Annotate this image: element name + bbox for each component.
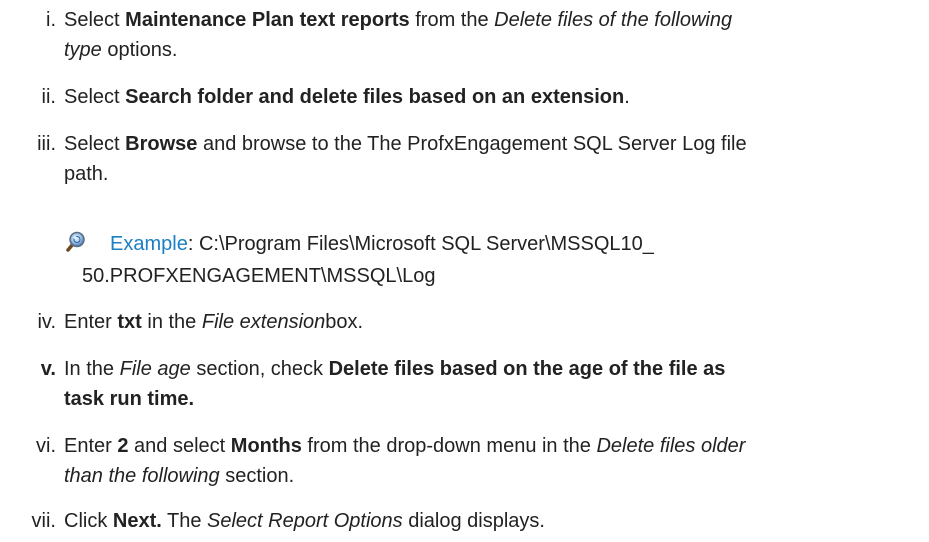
step-number: iv. (37, 311, 56, 333)
step-text-plain: The (161, 510, 208, 532)
step-text-plain: path. (64, 163, 109, 185)
example-label: Example (110, 233, 188, 255)
option-name: task run time. (64, 388, 195, 410)
step-number: ii. (41, 86, 56, 108)
dialog-name: Select Report Options (207, 510, 403, 532)
step-text-plain: Select (64, 86, 126, 108)
example-path-part2: 50.PROFXENGAGEMENT\MSSQL\Log (82, 265, 436, 287)
step-number: i. (46, 9, 56, 31)
step-text: Enter txt in the File extensionbox. (64, 307, 924, 337)
example-note: Example: C:\Program Files\Microsoft SQL … (64, 229, 924, 293)
button-name: Browse (125, 133, 198, 155)
value-text: txt (117, 311, 142, 333)
step-text-plain: options. (101, 39, 178, 61)
step-text-plain: Enter (64, 435, 118, 457)
option-name: Maintenance Plan text reports (125, 9, 410, 31)
section-name: than the following (64, 465, 220, 487)
section-name: File age (119, 358, 191, 380)
option-name: Months (230, 435, 302, 457)
step-text-plain: from the (409, 9, 495, 31)
step-text: Enter 2 and select Months from the drop-… (64, 431, 924, 491)
step-text-plain: In the (64, 358, 120, 380)
step-number: iii. (37, 133, 56, 155)
step-number: v. (40, 358, 56, 380)
step-text-plain: box. (325, 311, 364, 333)
example-colon: : (187, 233, 199, 255)
field-name: File extension (201, 311, 326, 333)
step-text-plain: Enter (64, 311, 118, 333)
section-name: type (64, 39, 102, 61)
option-name: Search folder and delete files based on … (125, 86, 625, 108)
step-text: Click Next. The Select Report Options di… (64, 506, 924, 536)
step-text-plain: from the drop-down menu in the (301, 435, 597, 457)
step-text-plain: Click (64, 510, 113, 532)
step-text: Select Maintenance Plan text reports fro… (64, 5, 924, 65)
section-name: Delete files of the following (494, 9, 733, 31)
value-text: 2 (117, 435, 129, 457)
magnifier-example-icon (64, 231, 86, 253)
option-name: Delete files based on the age of the fil… (328, 358, 726, 380)
step-text: Select Browse and browse to the The Prof… (64, 129, 924, 189)
step-number: vii. (31, 510, 56, 532)
step-text-plain: Select (64, 9, 126, 31)
step-text-plain: section. (219, 465, 295, 487)
step-text-plain: in the (141, 311, 202, 333)
step-text-plain: section, check (190, 358, 329, 380)
example-path-part1: C:\Program Files\Microsoft SQL Server\MS… (198, 233, 654, 255)
step-text-plain: and browse to the The ProfxEngagement SQ… (197, 133, 747, 155)
step-text-plain: and select (128, 435, 231, 457)
example-line: Example: C:\Program Files\Microsoft SQL … (110, 229, 654, 259)
section-name: Delete files older (596, 435, 746, 457)
step-text-plain: . (624, 86, 630, 108)
step-text: In the File age section, check Delete fi… (64, 354, 924, 414)
step-number: vi. (36, 435, 56, 457)
button-name: Next. (112, 510, 162, 532)
step-text-plain: Select (64, 133, 126, 155)
step-text-plain: dialog displays. (402, 510, 545, 532)
step-text: Select Search folder and delete files ba… (64, 82, 924, 112)
